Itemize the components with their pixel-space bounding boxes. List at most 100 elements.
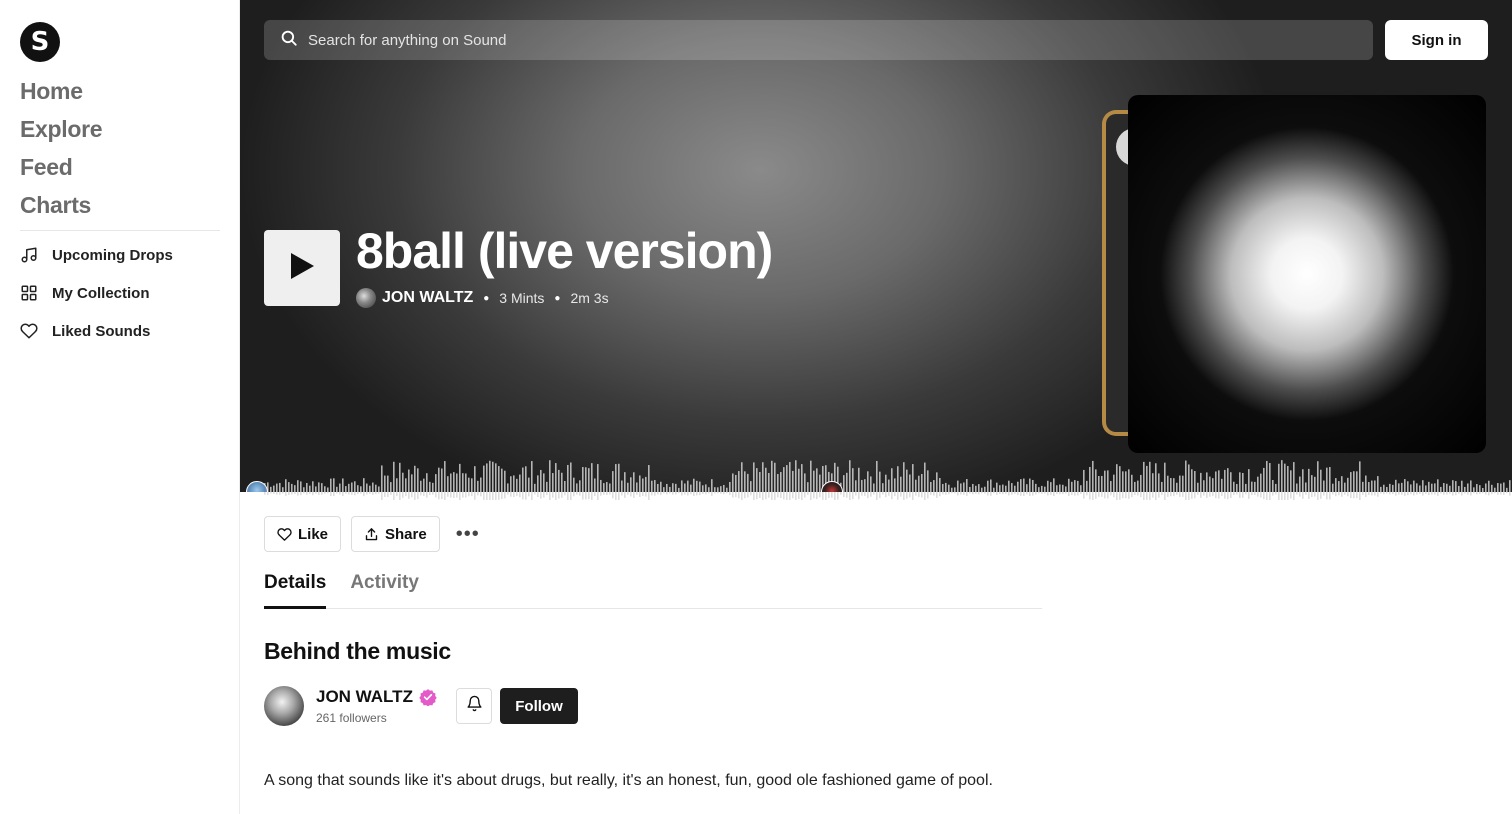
waveform-bar xyxy=(1215,471,1217,492)
follow-button[interactable]: Follow xyxy=(500,688,578,724)
waveform-bar xyxy=(1251,481,1253,492)
waveform-reflection-bar xyxy=(771,492,773,500)
sidebar-item-my-collection[interactable]: My Collection xyxy=(20,274,173,312)
notify-button[interactable] xyxy=(456,688,492,724)
waveform-reflection-bar xyxy=(936,492,938,498)
waveform-reflection-bar xyxy=(1479,492,1481,495)
waveform-reflection-bar xyxy=(780,492,782,498)
waveform-bar xyxy=(387,475,389,492)
waveform-reflection-bar xyxy=(1029,492,1031,497)
waveform-bar xyxy=(1470,480,1472,492)
waveform-reflection-bar xyxy=(840,492,842,495)
waveform-bar xyxy=(546,481,548,492)
waveform-reflection-bar xyxy=(870,492,872,497)
waveform-reflection-bar xyxy=(1146,492,1148,500)
waveform-bar xyxy=(1137,480,1139,492)
waveform-bar xyxy=(672,483,674,492)
sound-logo[interactable]: S xyxy=(20,22,60,62)
waveform-reflection-bar xyxy=(465,492,467,498)
play-button[interactable] xyxy=(264,230,340,306)
share-button[interactable]: Share xyxy=(351,516,440,552)
waveform-bar xyxy=(891,468,893,492)
waveform-reflection-bar xyxy=(699,492,701,496)
waveform-reflection-bar xyxy=(693,492,695,496)
like-button[interactable]: Like xyxy=(264,516,342,552)
nav-charts[interactable]: Charts xyxy=(20,188,102,226)
waveform-reflection-bar xyxy=(813,492,815,499)
waveform-reflection-bar xyxy=(1269,492,1271,500)
waveform-reflection-bar xyxy=(384,492,386,497)
waveform-bar xyxy=(870,476,872,492)
nav-explore[interactable]: Explore xyxy=(20,112,103,150)
waveform-bar xyxy=(1242,472,1244,492)
waveform-reflection-bar xyxy=(1410,492,1412,495)
waveform[interactable] xyxy=(240,458,1512,492)
waveform-reflection-bar xyxy=(1431,492,1433,495)
tab-activity[interactable]: Activity xyxy=(350,572,419,609)
waveform-reflection-bar xyxy=(1440,492,1442,494)
waveform-bar xyxy=(654,480,656,492)
waveform-reflection-bar xyxy=(1125,492,1127,499)
waveform-reflection-bar xyxy=(1419,492,1421,494)
waveform-bar xyxy=(1071,481,1073,492)
waveform-bar xyxy=(408,469,410,492)
sidebar-item-upcoming-drops[interactable]: Upcoming Drops xyxy=(20,236,173,274)
waveform-reflection-bar xyxy=(1188,492,1190,500)
artist-avatar[interactable] xyxy=(264,686,304,726)
waveform-reflection-bar xyxy=(600,492,602,496)
search-bar[interactable] xyxy=(264,20,1373,60)
waveform-bar xyxy=(1161,481,1163,492)
tab-details[interactable]: Details xyxy=(264,572,327,609)
waveform-reflection-bar xyxy=(1227,492,1229,500)
track-meta: JON WALTZ ● 3 Mints ● 2m 3s xyxy=(356,288,609,308)
waveform-reflection-bar xyxy=(1254,492,1256,496)
waveform-reflection-bar xyxy=(1200,492,1202,498)
waveform-bar xyxy=(933,480,935,492)
waveform-reflection-bar xyxy=(1395,492,1397,496)
sidebar-item-liked-sounds[interactable]: Liked Sounds xyxy=(20,312,173,350)
waveform-bar xyxy=(381,465,383,492)
waveform-reflection-bar xyxy=(339,492,341,495)
tab-bar: Details Activity xyxy=(264,572,1042,609)
waveform-bar xyxy=(738,471,740,492)
waveform-bar xyxy=(561,472,563,492)
track-hero: Sign in 8ball (live version) JON WALTZ ●… xyxy=(240,0,1512,492)
waveform-bar xyxy=(1476,484,1478,492)
music-note-icon xyxy=(20,246,38,264)
waveform-reflection-bar xyxy=(1083,492,1085,499)
waveform-reflection-bar xyxy=(1497,492,1499,495)
waveform-reflection-bar xyxy=(1107,492,1109,499)
waveform-reflection-bar xyxy=(795,492,797,500)
waveform-bar xyxy=(801,464,803,492)
waveform-reflection-bar xyxy=(921,492,923,498)
waveform-reflection-bar xyxy=(450,492,452,498)
waveform-bar xyxy=(510,476,512,492)
waveform-reflection-bar xyxy=(1014,492,1016,494)
like-label: Like xyxy=(298,525,329,543)
waveform-bar xyxy=(1068,478,1070,492)
search-input[interactable] xyxy=(308,31,1308,49)
nav-feed[interactable]: Feed xyxy=(20,150,102,188)
waveform-reflection-bar xyxy=(1353,492,1355,499)
waveform-reflection-bar xyxy=(1488,492,1490,496)
waveform-bar xyxy=(318,482,320,492)
waveform-reflection-bar xyxy=(1299,492,1301,497)
waveform-reflection-bar xyxy=(801,492,803,500)
more-options-icon[interactable]: ••• xyxy=(456,523,480,546)
sign-in-button[interactable]: Sign in xyxy=(1385,20,1488,60)
waveform-reflection-bar xyxy=(279,492,281,495)
waveform-reflection-bar xyxy=(720,492,722,494)
waveform-reflection-bar xyxy=(1323,492,1325,496)
artist-avatar[interactable] xyxy=(356,288,376,308)
waveform-reflection-bar xyxy=(1401,492,1403,495)
waveform-reflection-bar xyxy=(1503,492,1505,495)
waveform-bar xyxy=(1299,476,1301,492)
waveform-bar xyxy=(1341,476,1343,492)
artist-name[interactable]: JON WALTZ xyxy=(316,687,448,707)
waveform-reflection-bar xyxy=(696,492,698,496)
waveform-bar xyxy=(498,466,500,492)
nav-home[interactable]: Home xyxy=(20,74,102,112)
artist-link[interactable]: JON WALTZ xyxy=(382,289,473,307)
waveform-reflection-bar xyxy=(804,492,806,498)
waveform-bar xyxy=(1125,471,1127,492)
